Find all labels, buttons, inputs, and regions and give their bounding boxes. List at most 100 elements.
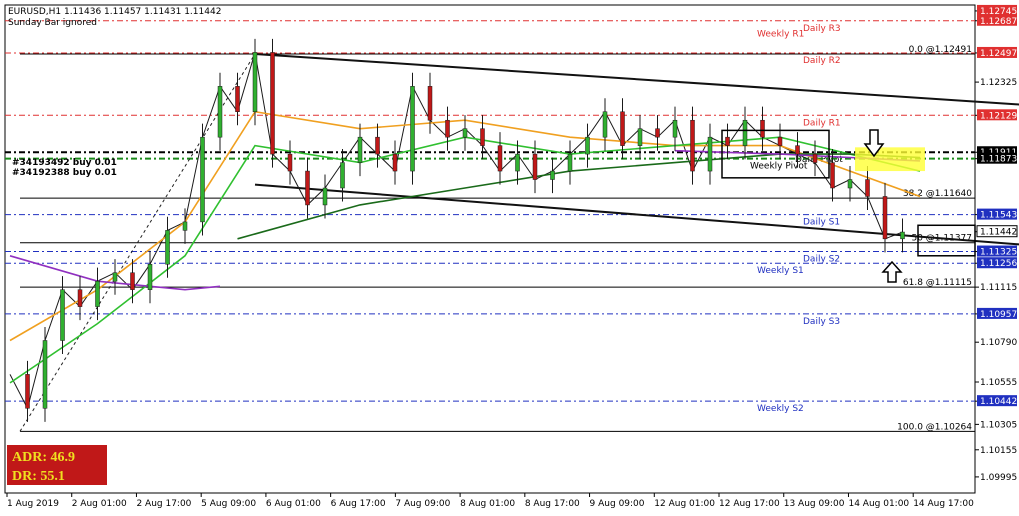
sunday-note: Sunday Bar ignored xyxy=(8,18,97,28)
y-tick-label: 1.11543 xyxy=(980,211,1017,221)
adr-value: ADR: 46.9 xyxy=(12,450,75,465)
x-tick-label: 1 Aug 2019 xyxy=(7,499,59,509)
candle-body xyxy=(655,128,660,138)
y-tick-label: 1.10790 xyxy=(980,338,1017,348)
candle-body xyxy=(900,231,905,240)
y-tick-label: 1.10155 xyxy=(980,446,1017,456)
candle-body xyxy=(725,136,730,146)
candle-body xyxy=(95,280,100,307)
candle-body xyxy=(252,52,258,112)
level-label-weekly-s1: Weekly S1 xyxy=(757,266,804,276)
x-tick-label: 12 Aug 17:00 xyxy=(719,499,780,509)
candle-body xyxy=(865,179,870,197)
candle-body xyxy=(585,136,590,155)
candle-body xyxy=(165,230,170,265)
level-label-weekly-s2: Weekly S2 xyxy=(757,404,804,414)
candle-body xyxy=(392,153,398,172)
y-tick-label: 1.10442 xyxy=(980,397,1017,407)
candle-body xyxy=(602,111,608,138)
candle-body xyxy=(410,86,415,172)
x-tick-label: 14 Aug 01:00 xyxy=(848,499,909,509)
candle-body xyxy=(620,111,625,146)
x-tick-label: 5 Aug 09:00 xyxy=(201,499,256,509)
candle-body xyxy=(690,119,695,172)
y-tick-label: 1.10305 xyxy=(980,420,1017,430)
level-label-weekly-pivot: Weekly Pivot xyxy=(750,162,808,172)
y-tick-label: 1.10555 xyxy=(980,378,1017,388)
x-tick-label: 12 Aug 01:00 xyxy=(654,499,715,509)
x-tick-label: 9 Aug 09:00 xyxy=(590,499,645,509)
candle-body xyxy=(427,86,433,121)
candle-body xyxy=(532,153,538,180)
candle-body xyxy=(550,170,555,180)
candle-body xyxy=(130,272,135,290)
y-tick-label: 1.11873 xyxy=(980,155,1017,165)
candle-body xyxy=(760,119,765,138)
candle-body xyxy=(200,136,205,223)
candle-body xyxy=(445,119,450,138)
fib-label-61-8-1-11115: 61.8 @1.11115 xyxy=(903,278,972,288)
x-tick-label: 7 Aug 09:00 xyxy=(395,499,450,509)
candle-body xyxy=(357,136,363,163)
candle-body xyxy=(375,136,380,155)
y-tick-label: 1.12687 xyxy=(980,17,1017,27)
y-tick-label: 1.12497 xyxy=(980,49,1017,59)
y-tick-label: 1.09995 xyxy=(980,473,1017,483)
x-tick-label: 6 Aug 17:00 xyxy=(331,499,386,509)
dr-value: DR: 55.1 xyxy=(12,469,65,484)
candle-body xyxy=(567,153,573,172)
candle-body xyxy=(795,145,800,155)
y-tick-label: 1.12129 xyxy=(980,111,1017,121)
candle-body xyxy=(305,170,310,206)
level-label-daily-r2: Daily R2 xyxy=(803,56,841,66)
candle-body xyxy=(112,272,118,282)
order-label-2: #34192388 buy 0.01 xyxy=(12,168,117,178)
candle-body xyxy=(515,153,520,172)
chart-canvas[interactable]: Daily R3Weekly R1Daily R2Daily R1Daily P… xyxy=(0,0,1019,516)
symbol-info: EURUSD,H1 1.11436 1.11457 1.11431 1.1144… xyxy=(8,7,221,17)
x-tick-label: 8 Aug 01:00 xyxy=(460,499,515,509)
fib-label-100-0-1-10264: 100.0 @1.10264 xyxy=(897,422,972,432)
x-tick-label: 13 Aug 09:00 xyxy=(784,499,845,509)
candle-body xyxy=(287,153,293,172)
x-tick-label: 2 Aug 17:00 xyxy=(136,499,191,509)
y-tick-label: 1.11256 xyxy=(980,259,1017,269)
level-label-daily-r3: Daily R3 xyxy=(803,24,841,34)
candle-body xyxy=(25,374,30,409)
candle-body xyxy=(882,196,888,240)
candle-body xyxy=(147,264,153,290)
candle-body xyxy=(777,136,783,146)
candle-body xyxy=(462,128,468,138)
candle-body xyxy=(480,128,485,146)
candle-body xyxy=(217,86,223,138)
x-tick-label: 6 Aug 01:00 xyxy=(266,499,321,509)
x-tick-label: 8 Aug 17:00 xyxy=(525,499,580,509)
candle-body xyxy=(812,153,818,163)
candle-body xyxy=(707,136,713,172)
y-tick-label: 1.11325 xyxy=(980,248,1017,258)
level-label-daily-s3: Daily S3 xyxy=(803,317,840,327)
candle-body xyxy=(830,162,835,189)
candle-body xyxy=(322,187,328,206)
level-label-daily-r1: Daily R1 xyxy=(803,118,841,128)
candle-body xyxy=(182,221,188,231)
candle-body xyxy=(77,289,83,307)
candle-body xyxy=(235,86,240,113)
candle-body xyxy=(60,289,65,341)
y-tick-label: 1.11115 xyxy=(980,283,1017,293)
y-tick-label: 1.10957 xyxy=(980,310,1017,320)
x-tick-label: 14 Aug 17:00 xyxy=(913,499,974,509)
candle-body xyxy=(270,52,275,155)
supply-zone xyxy=(855,147,925,172)
level-label-weekly-r1: Weekly R1 xyxy=(757,30,804,40)
candle-body xyxy=(672,119,678,138)
candle-body xyxy=(340,162,345,189)
fib-label-0-0-1-12491: 0.0 @1.12491 xyxy=(909,45,972,55)
y-tick-label: 1.11442 xyxy=(980,228,1017,238)
candle-body xyxy=(847,179,853,189)
candle-body xyxy=(497,145,503,172)
candle-body xyxy=(637,128,643,146)
candle-body xyxy=(742,119,748,146)
level-label-daily-s1: Daily S1 xyxy=(803,218,840,228)
candle-body xyxy=(42,340,48,409)
